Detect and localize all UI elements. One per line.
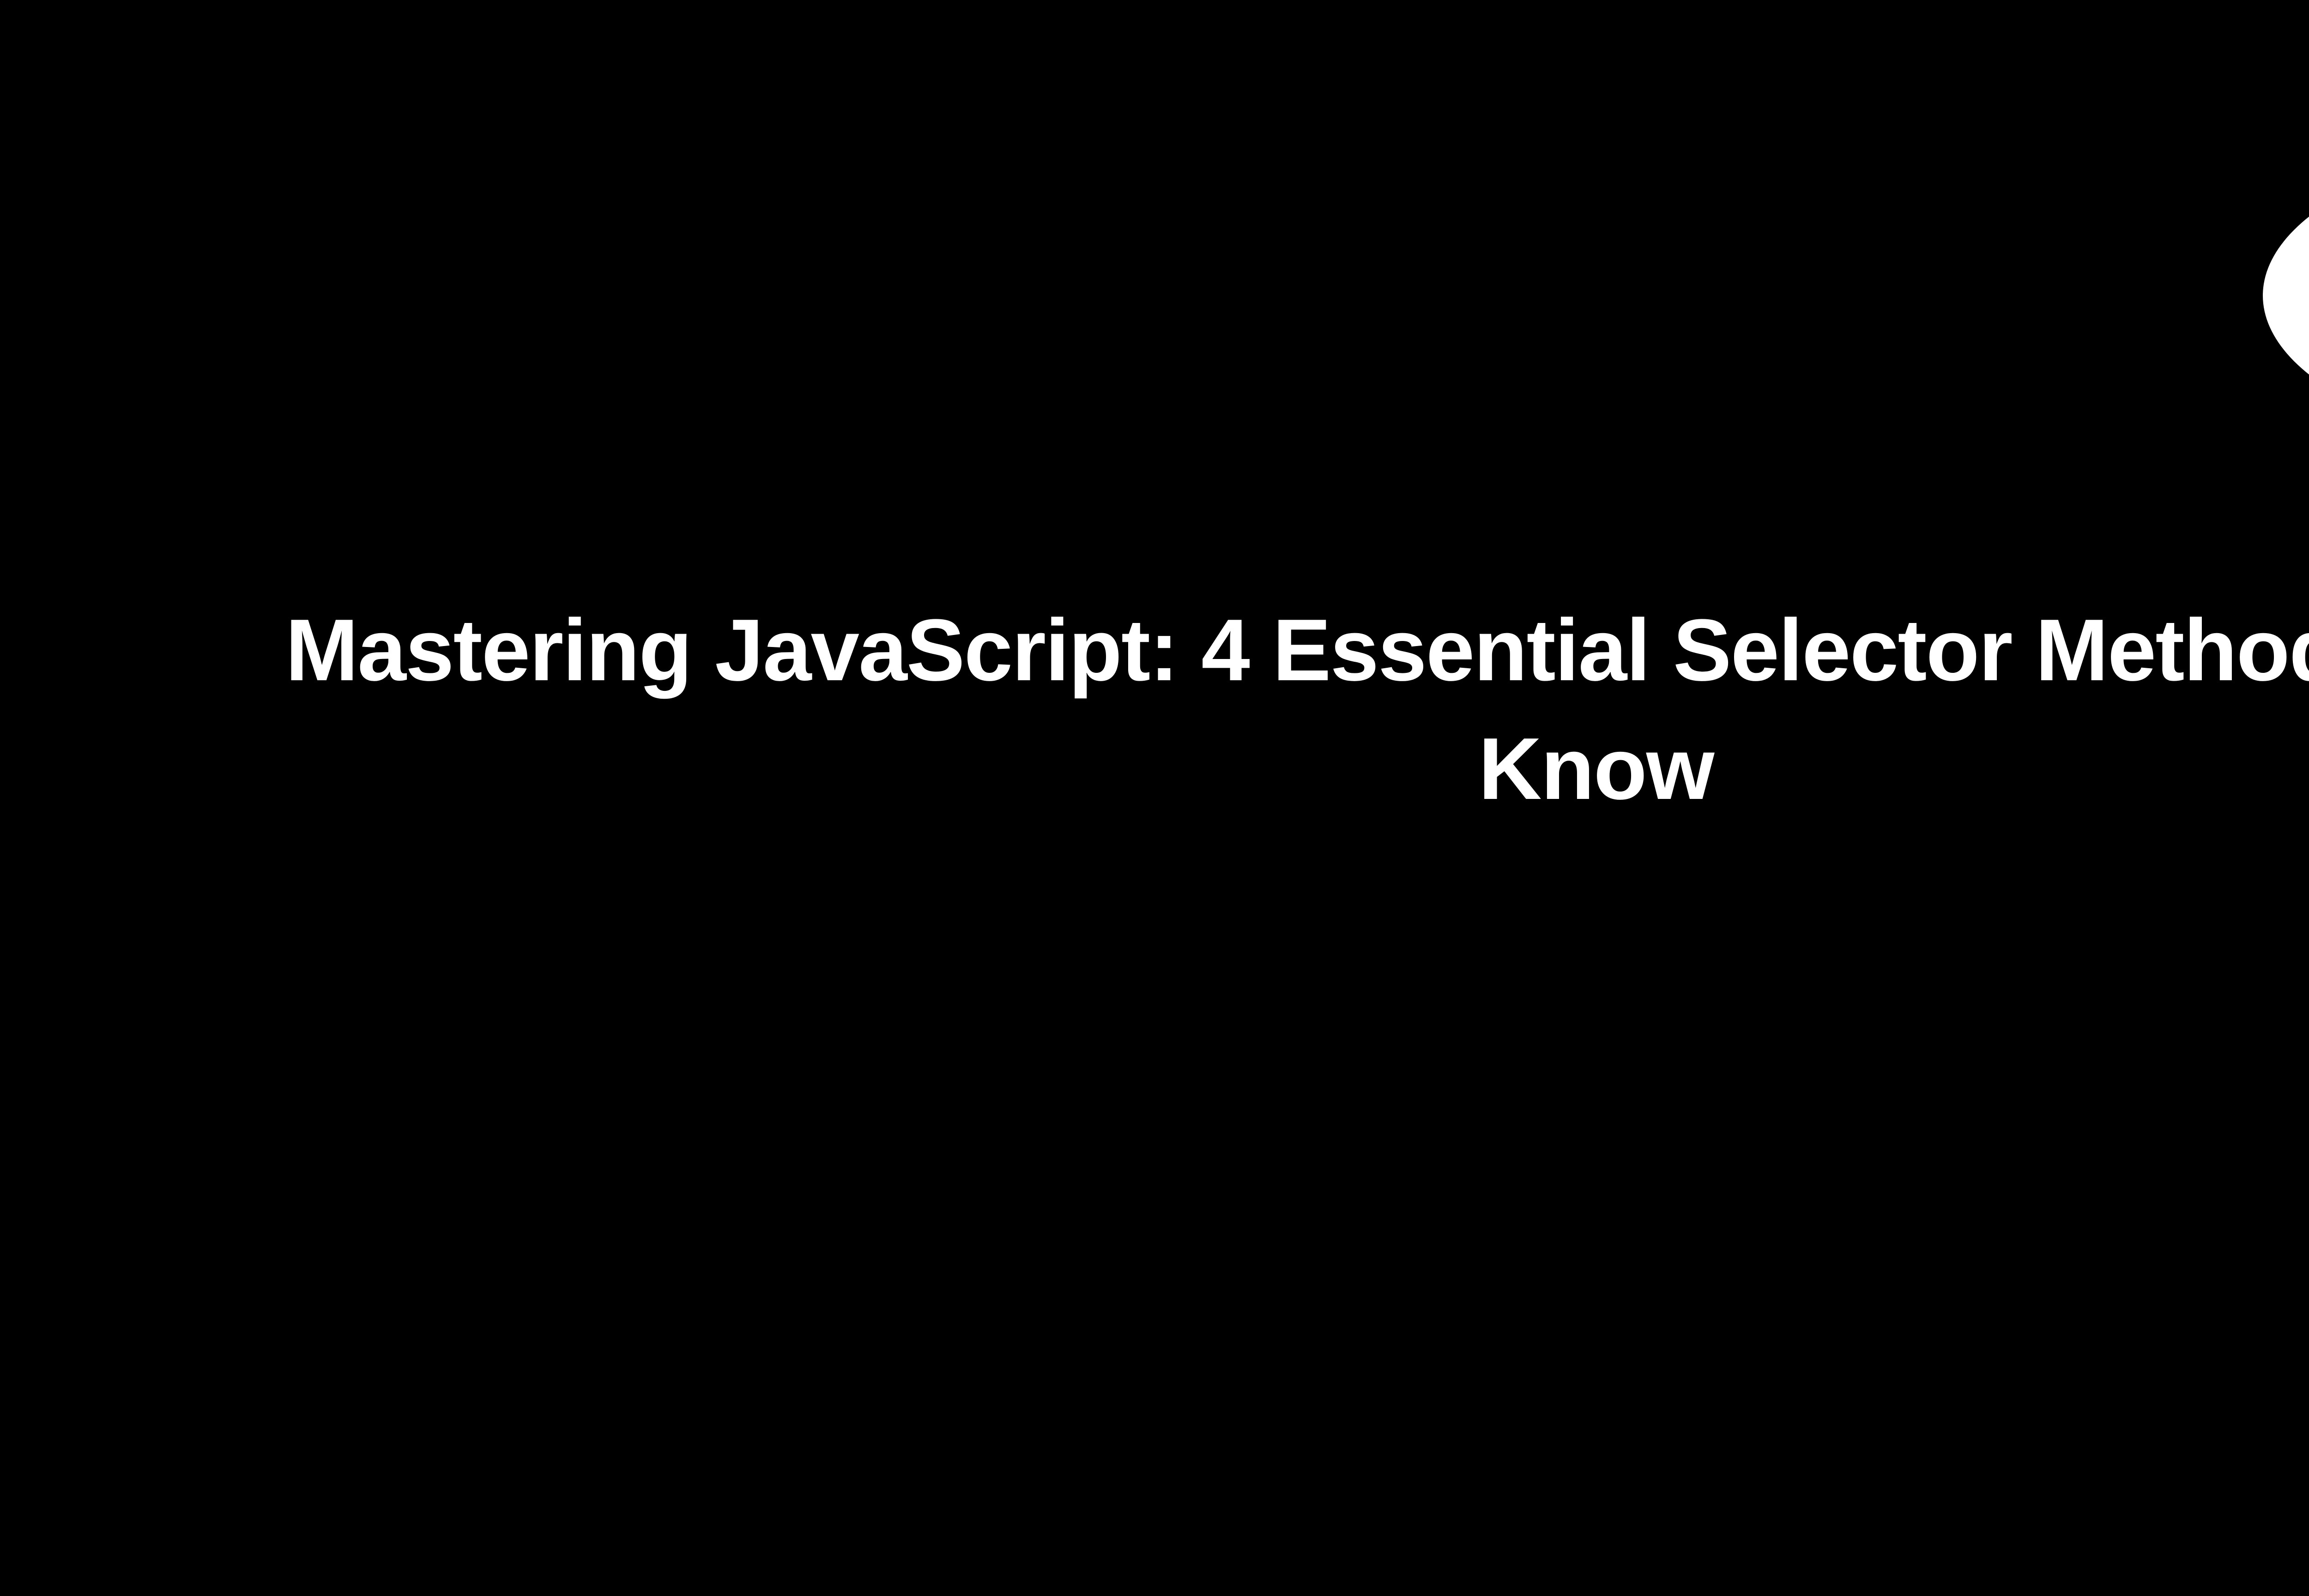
page-title: Mastering JavaScript: 4 Essential Select…	[164, 591, 2309, 828]
speech-bubble-body: LET”S TALK WITH HUNDREDS	[2263, 134, 2309, 457]
speech-bubble-text: LET”S TALK WITH HUNDREDS	[2263, 210, 2309, 381]
speech-bubble: LET”S TALK WITH HUNDREDS	[2263, 134, 2309, 457]
